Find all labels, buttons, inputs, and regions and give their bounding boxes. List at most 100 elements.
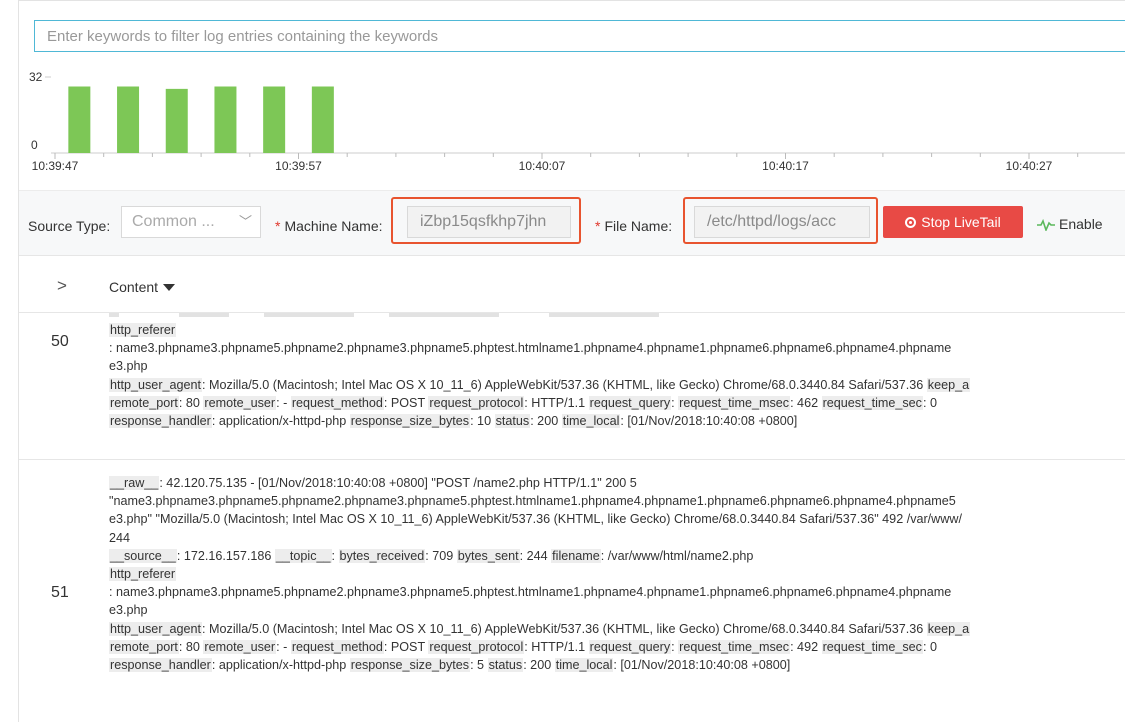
log-search-panel: 32 0 10:39:4710:39:5710:40:0710:40:1710:…	[18, 0, 1125, 722]
field-key[interactable]: time_local	[554, 658, 614, 673]
field-key[interactable]: remote_user	[203, 639, 277, 654]
x-axis-tick-label: 10:39:47	[32, 159, 79, 173]
field-value: : 0	[922, 639, 937, 654]
field-key[interactable]: status	[494, 414, 531, 429]
field-value: : name3.phpname3.phpname5.phpname2.phpna…	[109, 585, 952, 600]
y-axis-min-label: 0	[31, 138, 38, 152]
field-key[interactable]: __topic__	[274, 548, 332, 563]
file-name-input[interactable]: /etc/httpd/logs/acc	[694, 206, 870, 238]
log-row-51: 51 __raw__: 42.120.75.135 - [01/Nov/2018…	[19, 461, 1125, 722]
log-line: "name3.phpname3.phpname5.phpname2.phpnam…	[109, 492, 1125, 510]
histogram-bar[interactable]	[165, 88, 188, 153]
stop-livetail-button[interactable]: Stop LiveTail	[883, 206, 1023, 238]
field-key[interactable]: response_size_bytes	[349, 414, 471, 429]
field-key[interactable]: request_time_sec	[821, 395, 923, 410]
field-value: 244	[109, 530, 131, 545]
required-mark: *	[595, 218, 601, 234]
enable-toggle[interactable]: Enable	[1037, 216, 1103, 233]
x-axis-tick-label: 10:40:07	[519, 159, 566, 173]
expand-all-icon[interactable]: >	[57, 276, 67, 296]
field-key[interactable]: keep_a	[926, 621, 971, 636]
caret-down-icon	[163, 284, 176, 291]
field-key[interactable]: __source__	[109, 548, 177, 563]
field-value: : 462	[790, 395, 822, 410]
log-line: : name3.phpname3.phpname5.phpname2.phpna…	[109, 339, 1125, 357]
field-key[interactable]: remote_port	[109, 395, 179, 410]
field-value: : HTTP/1.1	[524, 395, 589, 410]
histogram-bar[interactable]	[311, 86, 334, 154]
field-key[interactable]: remote_port	[109, 639, 179, 654]
field-key[interactable]: request_query	[588, 395, 672, 410]
field-key[interactable]: bytes_received	[338, 548, 426, 563]
log-line: e3.php" "Mozilla/5.0 (Macintosh; Intel M…	[109, 510, 1125, 528]
field-value: : Mozilla/5.0 (Macintosh; Intel Mac OS X…	[202, 377, 927, 392]
live-tail-filter-bar: Source Type: Common ... ﹀ * Machine Name:…	[19, 190, 1125, 256]
log-line: __source__: 172.16.157.186 __topic__: by…	[109, 547, 1125, 565]
source-type-label: Source Type:	[28, 218, 111, 234]
clipped-fragment	[389, 313, 499, 317]
field-value: : 172.16.157.186	[176, 548, 275, 563]
x-axis-tick-label: 10:40:17	[762, 159, 809, 173]
clipped-fragment	[264, 313, 354, 317]
field-key[interactable]: bytes_sent	[456, 548, 520, 563]
content-header-label: Content	[109, 279, 159, 295]
field-key[interactable]: request_time_msec	[678, 639, 791, 654]
log-entry-content: __raw__: 42.120.75.135 - [01/Nov/2018:10…	[109, 474, 1125, 674]
field-value: : 80	[178, 639, 204, 654]
histogram-bar[interactable]	[214, 86, 237, 154]
histogram-bar[interactable]	[68, 86, 91, 154]
field-value: : 80	[178, 395, 204, 410]
keyword-search-input[interactable]	[34, 20, 1125, 52]
clipped-fragment	[549, 313, 659, 317]
field-value: : application/x-httpd-php	[211, 414, 350, 429]
field-key[interactable]: request_method	[290, 395, 384, 410]
machine-name-label: * Machine Name:	[275, 218, 383, 234]
field-key[interactable]: __raw__	[109, 476, 160, 490]
field-key[interactable]: request_query	[588, 639, 672, 654]
field-value: "name3.phpname3.phpname5.phpname2.phpnam…	[109, 494, 956, 509]
log-line: http_referer	[109, 321, 1125, 339]
field-key[interactable]: request_protocol	[428, 395, 525, 410]
field-key[interactable]: keep_a	[926, 377, 971, 392]
x-axis-tick-label: 10:40:27	[1006, 159, 1053, 173]
field-value: : 5	[470, 658, 488, 673]
field-key[interactable]: request_time_sec	[821, 639, 923, 654]
field-key[interactable]: remote_user	[203, 395, 277, 410]
field-key[interactable]: http_referer	[109, 323, 177, 337]
field-key[interactable]: filename	[551, 548, 601, 563]
histogram-bar[interactable]	[117, 86, 140, 154]
log-line: e3.php	[109, 357, 1125, 375]
field-key[interactable]: status	[487, 658, 524, 673]
field-key[interactable]: http_user_agent	[109, 621, 203, 636]
field-key[interactable]: request_time_msec	[678, 395, 791, 410]
histogram-bar[interactable]	[263, 86, 286, 154]
source-type-select[interactable]: Common ... ﹀	[121, 206, 261, 238]
field-key[interactable]: response_size_bytes	[349, 658, 471, 673]
field-value: e3.php" "Mozilla/5.0 (Macintosh; Intel M…	[109, 512, 962, 527]
log-table-header: > Content	[19, 258, 1125, 313]
log-line: __raw__: 42.120.75.135 - [01/Nov/2018:10…	[109, 474, 1125, 492]
stop-circle-icon	[905, 217, 917, 228]
x-axis-tick-label: 10:39:57	[275, 159, 322, 173]
field-key[interactable]: http_user_agent	[109, 377, 203, 392]
field-key[interactable]: request_protocol	[428, 639, 525, 654]
field-key[interactable]: request_method	[290, 639, 384, 654]
field-key[interactable]: response_handler	[109, 414, 212, 429]
field-key[interactable]: http_referer	[109, 567, 177, 582]
enable-label: Enable	[1059, 216, 1103, 232]
y-axis-max-label: 32	[29, 70, 43, 84]
machine-name-label-text: Machine Name:	[284, 218, 383, 234]
field-value: e3.php	[109, 603, 148, 618]
file-name-label-text: File Name:	[604, 218, 673, 234]
field-key[interactable]: time_local	[561, 414, 621, 429]
content-column-header[interactable]: Content	[109, 279, 176, 295]
log-row-50: 50 http_referer: name3.phpname3.phpname5…	[19, 313, 1125, 460]
field-key[interactable]: response_handler	[109, 658, 212, 673]
clipped-fragment	[179, 313, 229, 317]
machine-name-input[interactable]: iZbp15qsfkhp7jhn	[407, 206, 571, 238]
field-value: :	[331, 548, 339, 563]
x-axis-labels: 10:39:47 10:39:57 10:40:07 10:40:17 10:40:27	[32, 159, 1053, 173]
log-line: remote_port: 80 remote_user: - request_m…	[109, 394, 1125, 412]
log-line: http_user_agent: Mozilla/5.0 (Macintosh;…	[109, 620, 1125, 638]
field-value: : 492	[790, 639, 822, 654]
